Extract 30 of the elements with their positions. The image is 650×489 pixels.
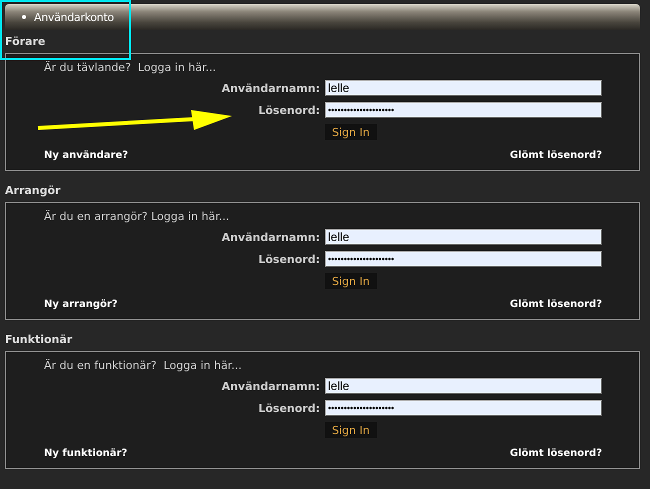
login-prompt: Är du tävlande? Logga in här... — [44, 61, 218, 74]
new-account-link[interactable]: Ny användare? — [44, 150, 128, 161]
forgot-password-link[interactable]: Glömt lösenord? — [510, 448, 602, 459]
new-account-link[interactable]: Ny funktionär? — [44, 448, 128, 459]
username-field[interactable]: lelle — [325, 80, 602, 96]
sign-in-button[interactable]: Sign In — [325, 124, 377, 140]
username-field[interactable]: lelle — [325, 378, 602, 394]
forgot-password-link[interactable]: Glömt lösenord? — [510, 299, 602, 310]
username-label: Användarnamn: — [220, 230, 321, 244]
arrow-icon — [38, 110, 232, 130]
login-prompt: Är du en funktionär? Logga in här... — [44, 359, 243, 372]
forgot-password-link[interactable]: Glömt lösenord? — [510, 150, 602, 161]
new-account-link[interactable]: Ny arrangör? — [44, 299, 118, 310]
login-prompt: Är du en arrangör? Logga in här... — [44, 210, 230, 223]
password-label: Lösenord: — [257, 402, 321, 414]
password-label: Lösenord: — [257, 104, 321, 116]
section-heading: Förare — [5, 34, 46, 50]
password-label: Lösenord: — [257, 252, 321, 266]
sign-in-button[interactable]: Sign In — [325, 273, 377, 289]
password-field[interactable]: ••••••••••••••••••••• — [325, 251, 602, 267]
username-label: Användarnamn: — [220, 82, 321, 94]
username-label: Användarnamn: — [220, 380, 321, 392]
password-field[interactable]: ••••••••••••••••••••• — [325, 102, 602, 118]
menu-item[interactable]: Användarkonto — [22, 10, 114, 24]
password-field[interactable]: ••••••••••••••••••••• — [325, 400, 602, 416]
bullet-icon — [22, 15, 26, 19]
username-field[interactable]: lelle — [325, 229, 602, 245]
sign-in-button[interactable]: Sign In — [325, 422, 377, 438]
section-heading: Funktionär — [5, 332, 74, 348]
section-heading: Arrangör — [5, 183, 62, 199]
